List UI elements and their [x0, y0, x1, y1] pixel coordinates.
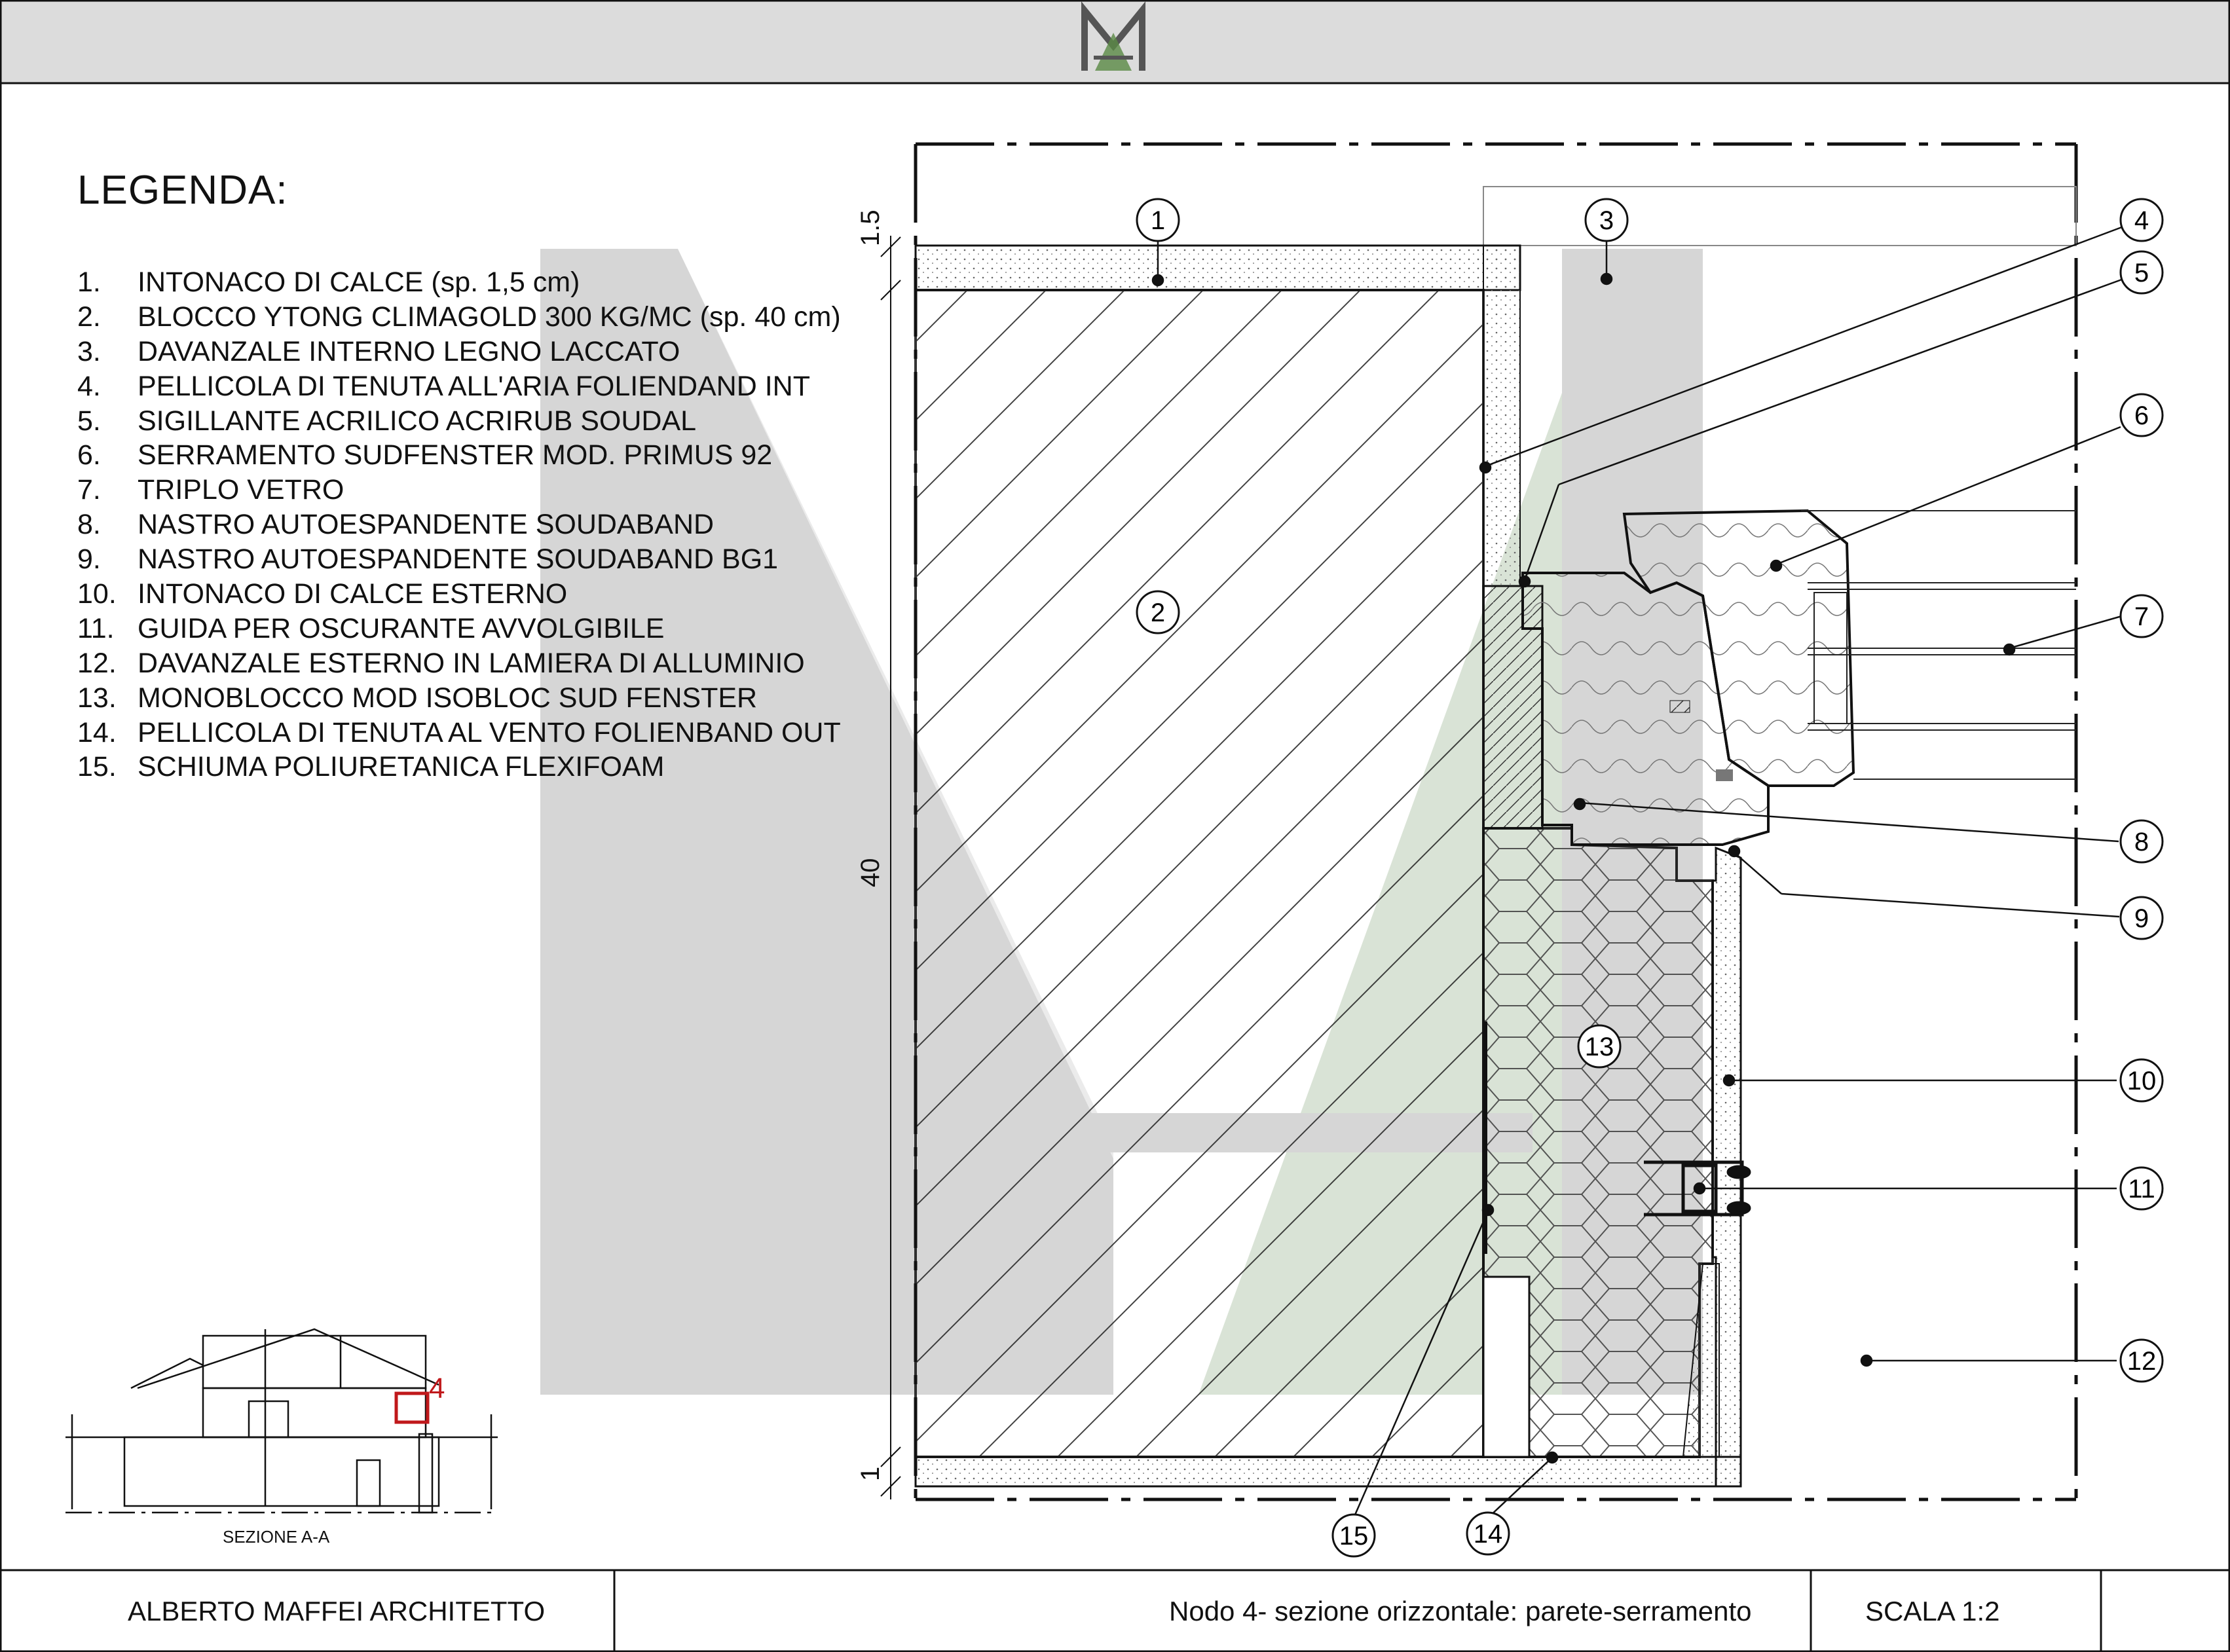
callout-label: 7	[2134, 602, 2149, 631]
callout-7: 7	[2119, 594, 2164, 638]
callout-4: 4	[2119, 198, 2164, 242]
callout-11: 11	[2119, 1166, 2164, 1211]
dimension-bottom: 1	[856, 1466, 885, 1481]
node-title: Nodo 4- sezione orizzontale: parete-serr…	[1169, 1596, 1752, 1626]
key-plan-marker-label: 4	[429, 1372, 445, 1404]
callout-label: 12	[2127, 1347, 2157, 1376]
callout-label: 10	[2127, 1067, 2157, 1095]
key-plan-caption: SEZIONE A-A	[223, 1527, 330, 1547]
scale-label: SCALA 1:2	[1865, 1596, 2000, 1626]
callout-15: 15	[1331, 1513, 1376, 1558]
callout-14: 14	[1466, 1511, 1510, 1556]
dimension-top: 1.5	[856, 210, 885, 246]
callout-label: 9	[2134, 904, 2149, 933]
callout-label: 6	[2134, 401, 2149, 430]
callout-12: 12	[2119, 1338, 2164, 1383]
callout-9: 9	[2119, 896, 2164, 940]
callout-label: 4	[2134, 206, 2149, 235]
callout-1: 1	[1136, 198, 1180, 242]
callout-label: 8	[2134, 828, 2149, 856]
callout-13: 13	[1577, 1024, 1622, 1069]
callout-label: 15	[1339, 1522, 1369, 1551]
callout-layer: 123 456789101112131415	[1136, 198, 2164, 1558]
callout-label: 5	[2134, 259, 2149, 287]
callout-label: 14	[1474, 1520, 1503, 1549]
callout-5: 5	[2119, 250, 2164, 295]
callout-10: 10	[2119, 1058, 2164, 1103]
callout-label: 13	[1585, 1033, 1614, 1061]
callout-label: 2	[1151, 598, 1165, 627]
callout-3: 3	[1584, 198, 1629, 242]
callout-label: 3	[1599, 206, 1614, 235]
callout-8: 8	[2119, 819, 2164, 864]
dimension-middle: 40	[856, 858, 885, 888]
callout-label: 11	[2128, 1175, 2155, 1203]
author-name: ALBERTO MAFFEI ARCHITETTO	[128, 1596, 546, 1626]
callout-6: 6	[2119, 393, 2164, 437]
callout-label: 1	[1151, 206, 1165, 235]
drawing-sheet: LEGENDA: 1. INTONACO DI CALCE (sp. 1,5 cm…	[0, 0, 2230, 1652]
callout-2: 2	[1136, 590, 1180, 634]
